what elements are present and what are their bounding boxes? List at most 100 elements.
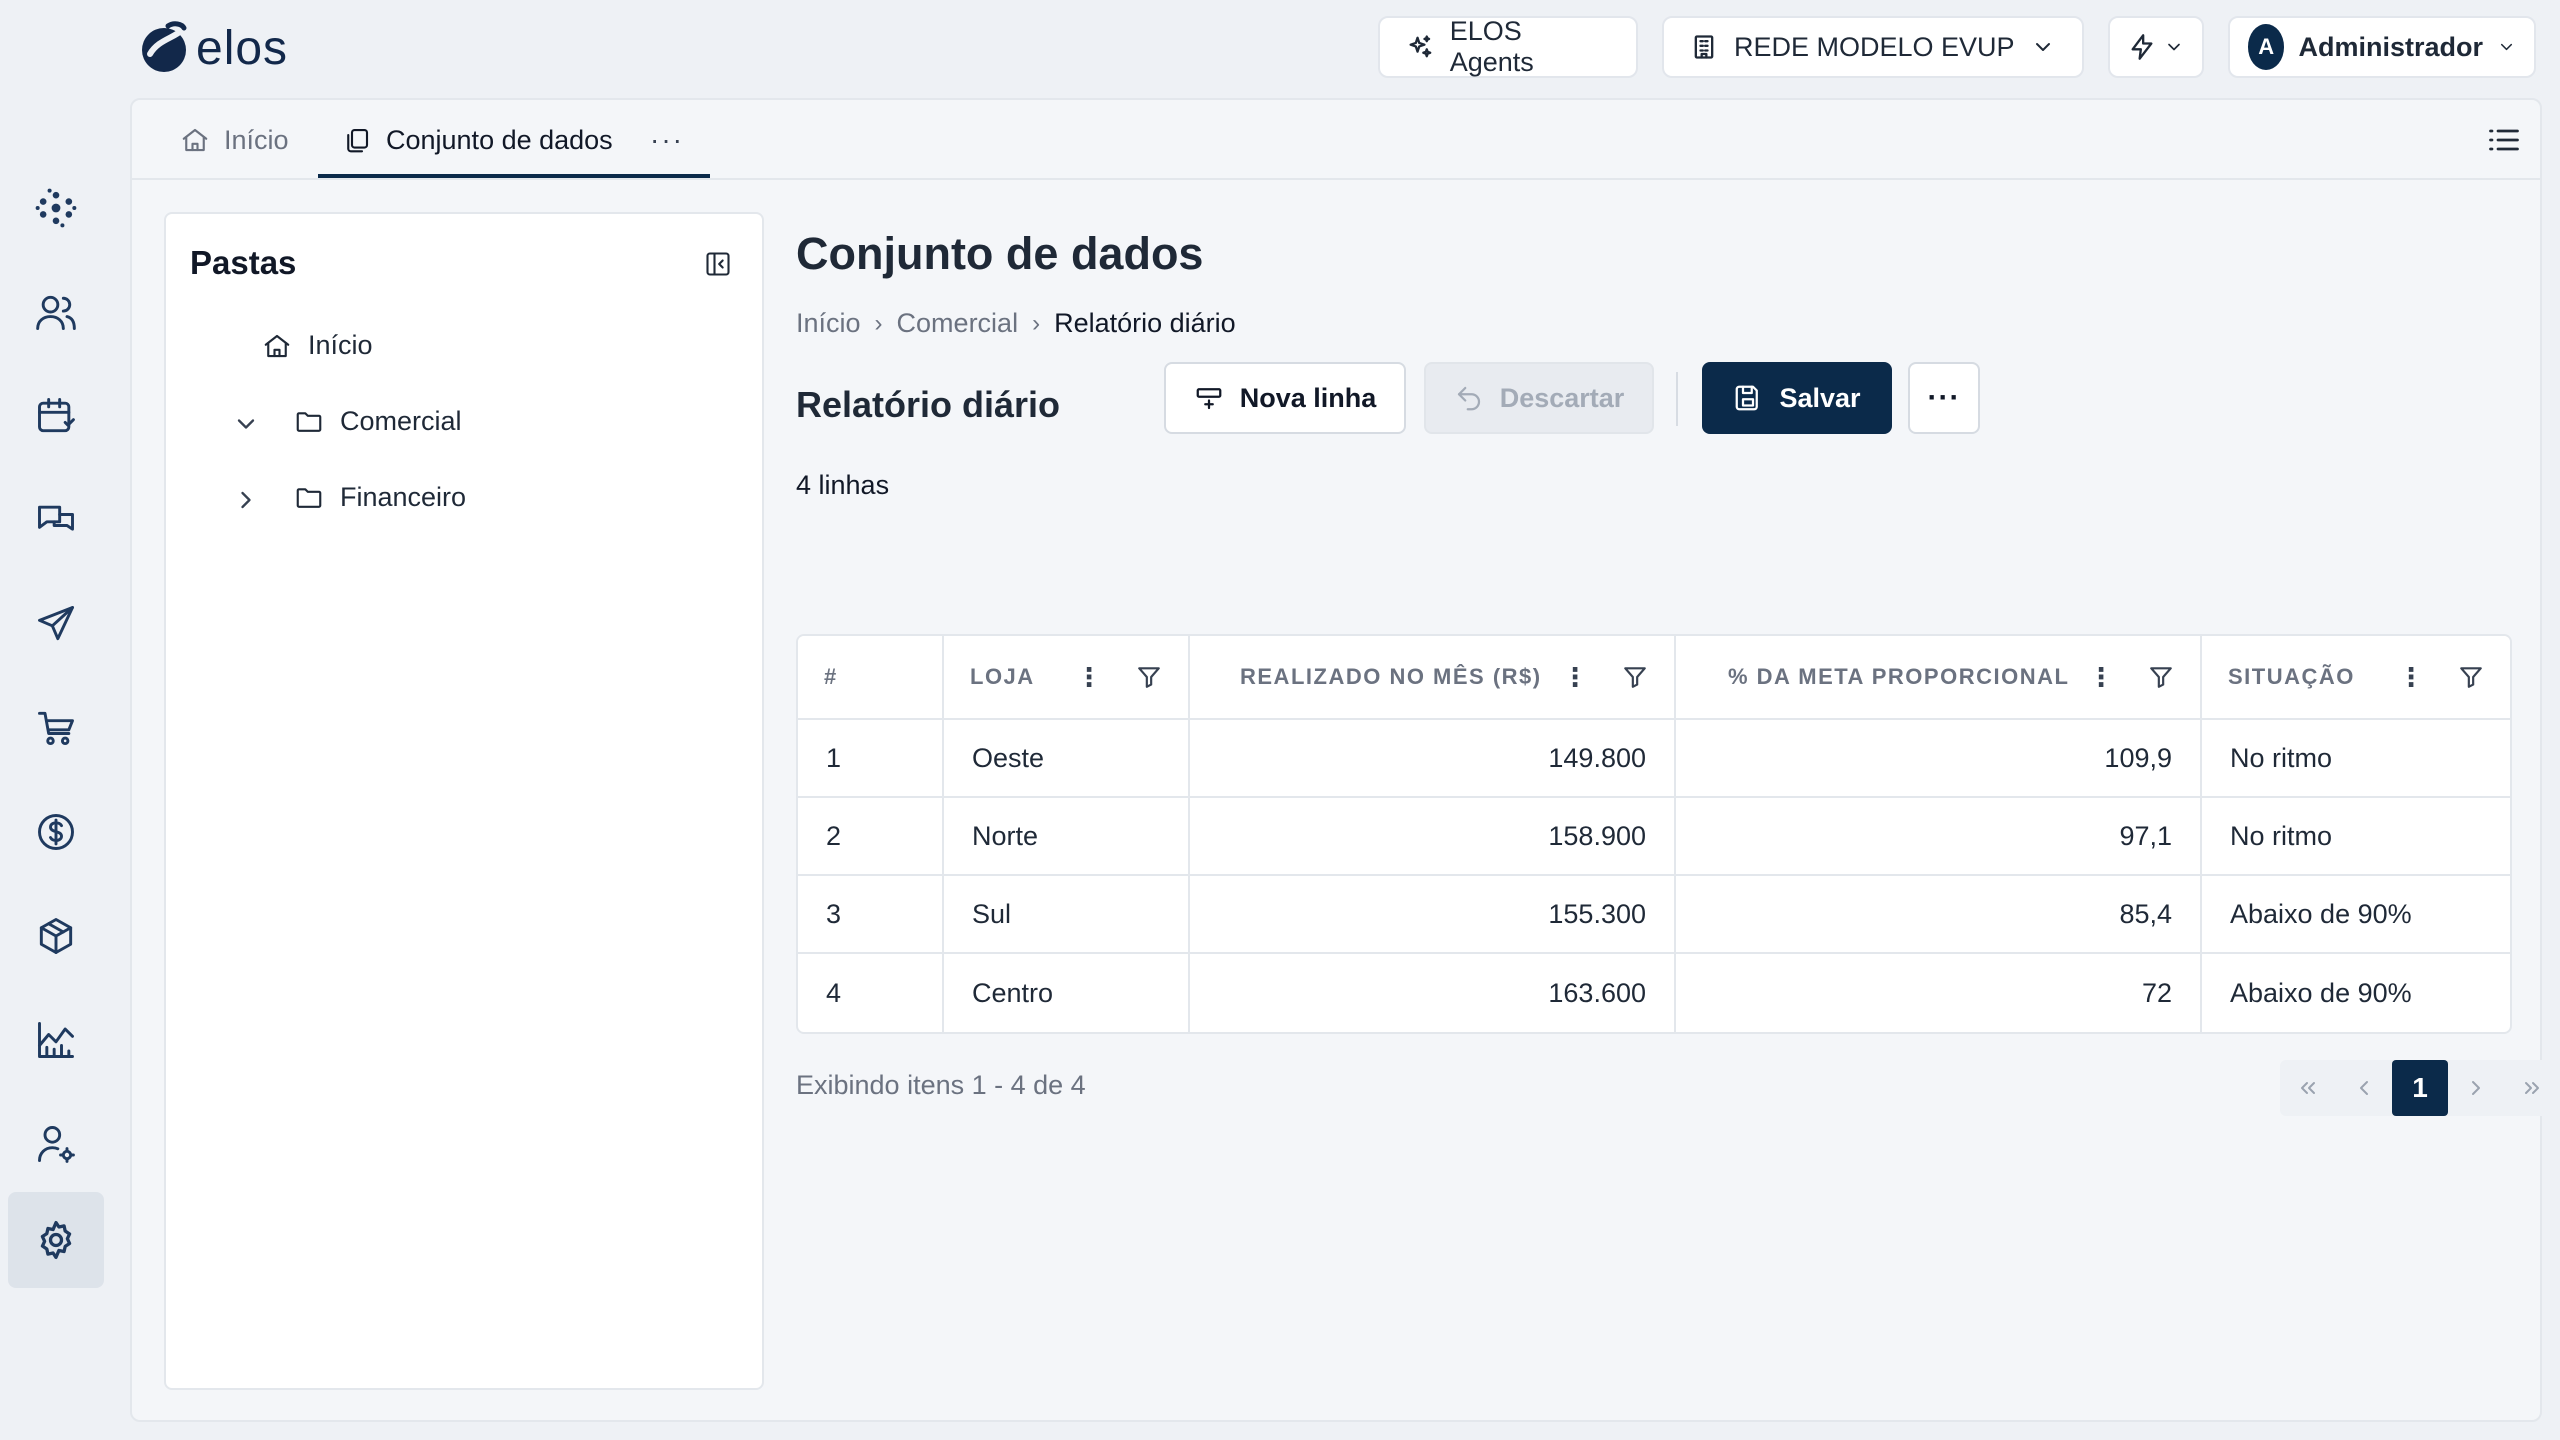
- rail-products[interactable]: [8, 888, 104, 984]
- column-header-label: % DA META PROPORCIONAL: [1728, 664, 2070, 689]
- column-menu-icon[interactable]: ⋮: [2398, 664, 2424, 690]
- rail-send[interactable]: [8, 576, 104, 672]
- network-label: REDE MODELO EVUP: [1734, 31, 2015, 62]
- chevron-down-icon: [2035, 43, 2050, 51]
- network-selector[interactable]: REDE MODELO EVUP: [1662, 16, 2084, 78]
- list-icon[interactable]: [2486, 122, 2522, 158]
- home-icon: [182, 128, 208, 152]
- rail-users[interactable]: [8, 264, 104, 360]
- avatar: A: [2248, 24, 2285, 70]
- rail-dashboard[interactable]: [8, 160, 104, 256]
- cell-loja[interactable]: Norte: [944, 798, 1190, 876]
- cell-meta[interactable]: 85,4: [1676, 876, 2202, 954]
- discard-button[interactable]: Descartar: [1424, 362, 1654, 434]
- save-label: Salvar: [1779, 382, 1861, 413]
- column-menu-icon[interactable]: ⋮: [2088, 664, 2114, 690]
- prev-page-button[interactable]: [2336, 1060, 2392, 1116]
- top-bar: elos ELOS Agents REDE MODELO EVUP A Admi…: [0, 0, 2560, 96]
- column-header-situacao[interactable]: SITUAÇÃO ⋮: [2202, 636, 2510, 720]
- folder-label: Financeiro: [340, 482, 467, 512]
- column-menu-icon[interactable]: ⋮: [1076, 664, 1102, 690]
- cell-index[interactable]: 1: [798, 720, 944, 798]
- collapse-panel-icon[interactable]: [704, 250, 732, 278]
- chevron-down-icon[interactable]: [232, 410, 260, 438]
- quick-actions-button[interactable]: [2108, 16, 2204, 78]
- cell-realizado[interactable]: 158.900: [1190, 798, 1676, 876]
- chevron-down-icon: [2500, 43, 2513, 51]
- breadcrumb-current: Relatório diário: [1054, 308, 1236, 338]
- user-menu[interactable]: A Administrador: [2228, 16, 2536, 78]
- column-header-index[interactable]: #: [798, 636, 944, 720]
- home-icon: [264, 334, 290, 357]
- tab-bar: Início Conjunto de dados ···: [132, 100, 2540, 180]
- folder-item-inicio[interactable]: Início: [262, 330, 373, 361]
- folder-label: Início: [308, 330, 373, 360]
- elos-agents-button[interactable]: ELOS Agents: [1378, 16, 1638, 78]
- tab-more-button[interactable]: ···: [650, 100, 684, 180]
- chevron-left-icon: [2360, 1081, 2368, 1095]
- brand-logo[interactable]: elos: [138, 16, 288, 80]
- rail-chat[interactable]: [8, 472, 104, 568]
- column-header-loja[interactable]: LOJA ⋮: [944, 636, 1190, 720]
- cell-loja[interactable]: Centro: [944, 954, 1190, 1032]
- rail-reports[interactable]: [8, 992, 104, 1088]
- table-header-row: # LOJA ⋮ REALIZADO NO MÊS (R$) ⋮ % DA ME…: [798, 636, 2510, 720]
- logo-mark-icon: [142, 21, 187, 72]
- chat-icon: [38, 505, 74, 531]
- breadcrumb-item[interactable]: Comercial: [897, 308, 1019, 339]
- chevron-down-icon: [2168, 43, 2180, 51]
- table-row[interactable]: 2 Norte 158.900 97,1 No ritmo: [798, 798, 2510, 876]
- cell-realizado[interactable]: 149.800: [1190, 720, 1676, 798]
- cell-index[interactable]: 2: [798, 798, 944, 876]
- filter-icon[interactable]: [1622, 664, 1648, 690]
- table-row[interactable]: 1 Oeste 149.800 109,9 No ritmo: [798, 720, 2510, 798]
- cell-situacao[interactable]: No ritmo: [2202, 720, 2510, 798]
- rail-finance[interactable]: [8, 784, 104, 880]
- table-row[interactable]: 4 Centro 163.600 72 Abaixo de 90%: [798, 954, 2510, 1032]
- tab-conjunto-de-dados[interactable]: Conjunto de dados: [342, 100, 613, 180]
- column-header-realizado[interactable]: REALIZADO NO MÊS (R$) ⋮: [1190, 636, 1676, 720]
- breadcrumb: Início › Comercial › Relatório diário: [796, 308, 1236, 339]
- page-button-current[interactable]: 1: [2392, 1060, 2448, 1116]
- cell-loja[interactable]: Sul: [944, 876, 1190, 954]
- user-name: Administrador: [2298, 31, 2483, 62]
- cell-situacao[interactable]: No ritmo: [2202, 798, 2510, 876]
- first-page-button[interactable]: [2280, 1060, 2336, 1116]
- filter-icon[interactable]: [1136, 664, 1162, 690]
- tab-inicio[interactable]: Início: [180, 100, 289, 180]
- filter-icon[interactable]: [2458, 664, 2484, 690]
- cell-realizado[interactable]: 155.300: [1190, 876, 1676, 954]
- last-page-button[interactable]: [2504, 1060, 2560, 1116]
- cell-realizado[interactable]: 163.600: [1190, 954, 1676, 1032]
- rail-calendar[interactable]: [8, 368, 104, 464]
- new-row-button[interactable]: Nova linha: [1164, 362, 1406, 434]
- lightning-icon: [2131, 34, 2153, 60]
- pagination-summary: Exibindo itens 1 - 4 de 4: [796, 1070, 1086, 1100]
- column-header-meta[interactable]: % DA META PROPORCIONAL ⋮: [1676, 636, 2202, 720]
- chart-icon: [38, 1022, 74, 1058]
- cell-meta[interactable]: 97,1: [1676, 798, 2202, 876]
- rail-cart[interactable]: [8, 680, 104, 776]
- cell-loja[interactable]: Oeste: [944, 720, 1190, 798]
- table-row[interactable]: 3 Sul 155.300 85,4 Abaixo de 90%: [798, 876, 2510, 954]
- chevron-right-icon[interactable]: [232, 486, 260, 514]
- folder-item-comercial[interactable]: Comercial: [294, 406, 462, 437]
- cell-situacao[interactable]: Abaixo de 90%: [2202, 876, 2510, 954]
- rail-user-settings[interactable]: [8, 1096, 104, 1192]
- rail-settings[interactable]: [8, 1192, 104, 1288]
- cell-situacao[interactable]: Abaixo de 90%: [2202, 954, 2510, 1032]
- cell-meta[interactable]: 72: [1676, 954, 2202, 1032]
- next-page-button[interactable]: [2448, 1060, 2504, 1116]
- breadcrumb-item[interactable]: Início: [796, 308, 861, 339]
- breadcrumb-separator: ›: [874, 309, 883, 337]
- more-actions-button[interactable]: ···: [1908, 362, 1980, 434]
- settings-icon: [40, 1220, 72, 1260]
- folder-item-financeiro[interactable]: Financeiro: [294, 482, 466, 513]
- filter-icon[interactable]: [2148, 664, 2174, 690]
- cell-index[interactable]: 4: [798, 954, 944, 1032]
- cell-meta[interactable]: 109,9: [1676, 720, 2202, 798]
- save-button[interactable]: Salvar: [1702, 362, 1892, 434]
- cell-index[interactable]: 3: [798, 876, 944, 954]
- discard-label: Descartar: [1499, 382, 1625, 413]
- column-menu-icon[interactable]: ⋮: [1562, 664, 1588, 690]
